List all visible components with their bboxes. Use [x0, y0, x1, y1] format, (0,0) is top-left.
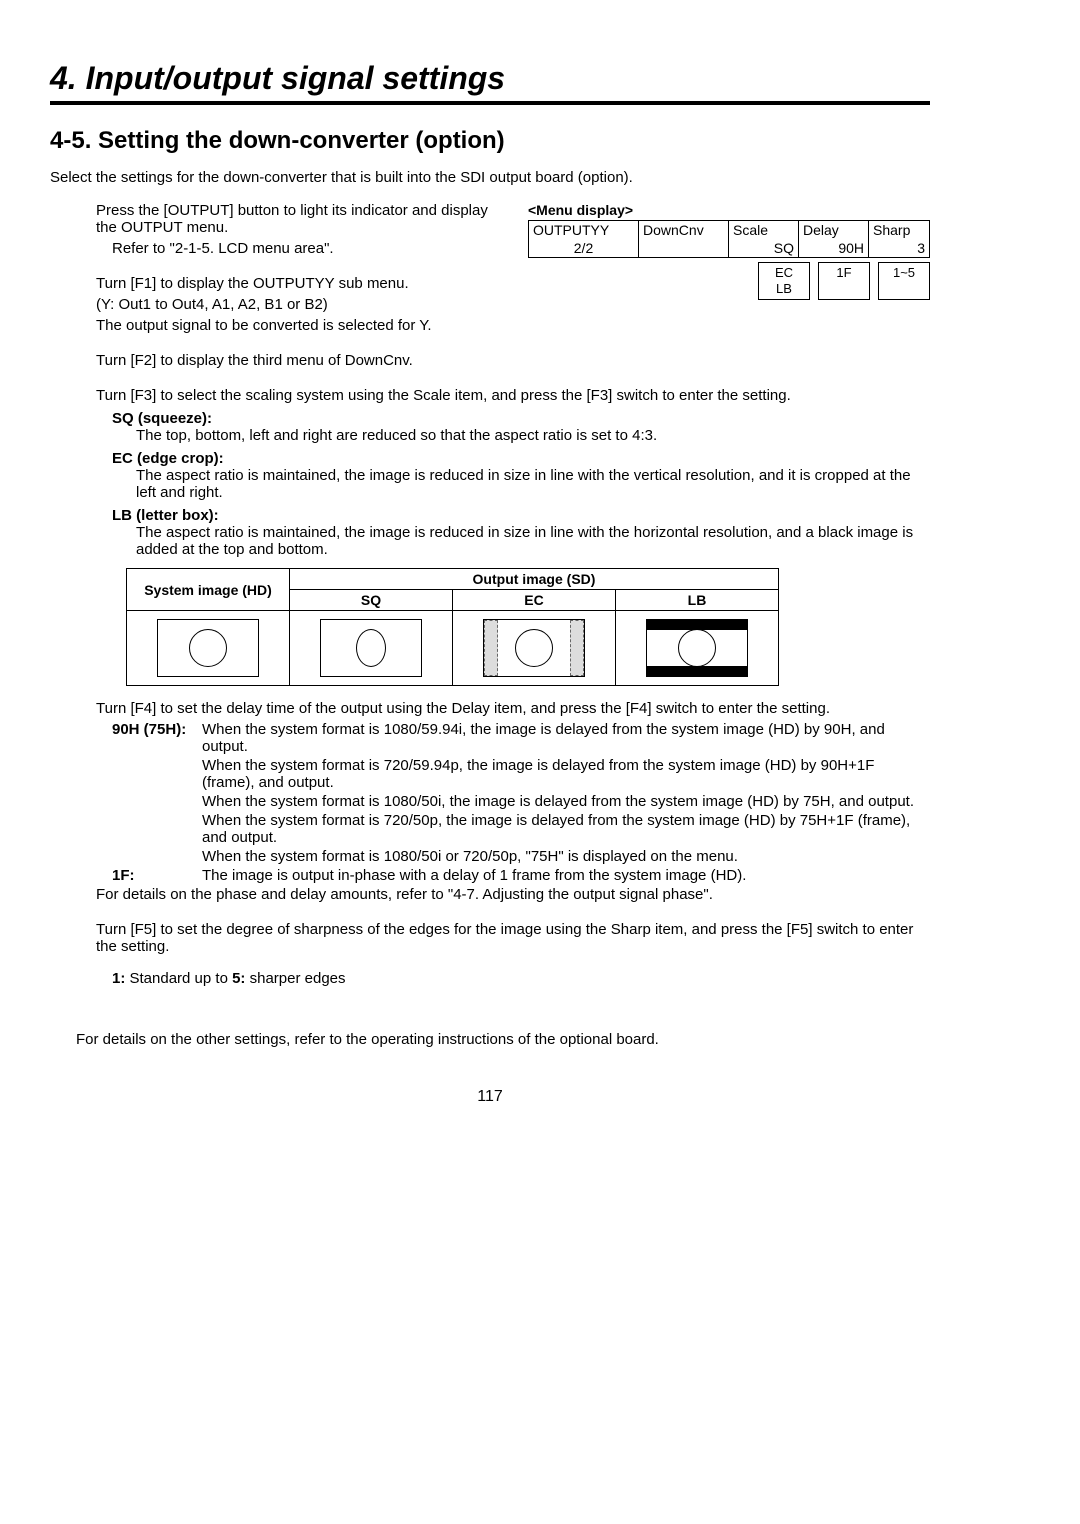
delay-d1: When the system format is 1080/59.94i, t…	[202, 721, 930, 755]
lb-body: The aspect ratio is maintained, the imag…	[50, 524, 930, 558]
delay-label-1f: 1F:	[112, 867, 202, 884]
th-sys: System image (HD)	[127, 569, 290, 611]
menu-r1c2: DownCnv	[639, 221, 729, 239]
step3: Turn [F2] to display the third menu of D…	[50, 352, 930, 369]
thumb-hd	[127, 611, 290, 686]
thumb-lb	[616, 611, 779, 686]
chapter-title: 4. Input/output signal settings	[50, 60, 930, 105]
menu-display-title: <Menu display>	[528, 202, 930, 218]
menu-r1c5: Sharp	[869, 221, 929, 239]
section-title: 4-5. Setting the down-converter (option)	[50, 127, 930, 155]
lb-label: LB (letter box):	[50, 507, 930, 524]
sq-label: SQ (squeeze):	[50, 410, 930, 427]
phase-note: For details on the phase and delay amoun…	[50, 886, 930, 903]
intro-text: Select the settings for the down-convert…	[50, 169, 930, 186]
menu-box: OUTPUTYY DownCnv Scale Delay Sharp 2/2 S…	[528, 220, 930, 258]
step5: Turn [F4] to set the delay time of the o…	[50, 700, 930, 717]
delay-d3: When the system format is 1080/50i, the …	[202, 793, 930, 810]
menu-r2c4: 90H	[799, 239, 869, 257]
thumb-ec	[453, 611, 616, 686]
delay-d6: The image is output in-phase with a dela…	[202, 867, 930, 884]
th-ec: EC	[453, 590, 616, 611]
aspect-table: System image (HD) Output image (SD) SQ E…	[126, 568, 779, 686]
opt-1f: 1F	[818, 262, 870, 300]
step2: Turn [F1] to display the OUTPUTYY sub me…	[50, 275, 510, 292]
opt-ec: EC LB	[758, 262, 810, 300]
menu-r1c1: OUTPUTYY	[529, 221, 639, 239]
footer-note: For details on the other settings, refer…	[50, 1031, 930, 1048]
sq-body: The top, bottom, left and right are redu…	[50, 427, 930, 444]
delay-d5: When the system format is 1080/50i or 72…	[202, 848, 930, 865]
step4: Turn [F3] to select the scaling system u…	[50, 387, 930, 404]
sharp-def: 1: Standard up to 5: sharper edges	[50, 970, 930, 987]
menu-r2c5: 3	[869, 239, 929, 257]
delay-d4: When the system format is 720/50p, the i…	[202, 812, 930, 846]
step1-sub: Refer to "2-1-5. LCD menu area".	[50, 240, 510, 257]
th-sq: SQ	[290, 590, 453, 611]
th-out: Output image (SD)	[290, 569, 779, 590]
step1: Press the [OUTPUT] button to light its i…	[50, 202, 510, 236]
menu-r1c3: Scale	[729, 221, 799, 239]
delay-label-90h: 90H (75H):	[112, 721, 202, 755]
th-lb: LB	[616, 590, 779, 611]
ec-label: EC (edge crop):	[50, 450, 930, 467]
step2b: (Y: Out1 to Out4, A1, A2, B1 or B2)	[50, 296, 510, 313]
step2c: The output signal to be converted is sel…	[50, 317, 510, 334]
ec-body: The aspect ratio is maintained, the imag…	[50, 467, 930, 501]
step6: Turn [F5] to set the degree of sharpness…	[50, 921, 930, 955]
menu-r2c2	[639, 239, 729, 257]
menu-r2c1: 2/2	[529, 239, 639, 257]
opt-range: 1~5	[878, 262, 930, 300]
page-number: 117	[50, 1088, 930, 1106]
menu-r1c4: Delay	[799, 221, 869, 239]
thumb-sq	[290, 611, 453, 686]
delay-d2: When the system format is 720/59.94p, th…	[202, 757, 930, 791]
menu-r2c3: SQ	[729, 239, 799, 257]
